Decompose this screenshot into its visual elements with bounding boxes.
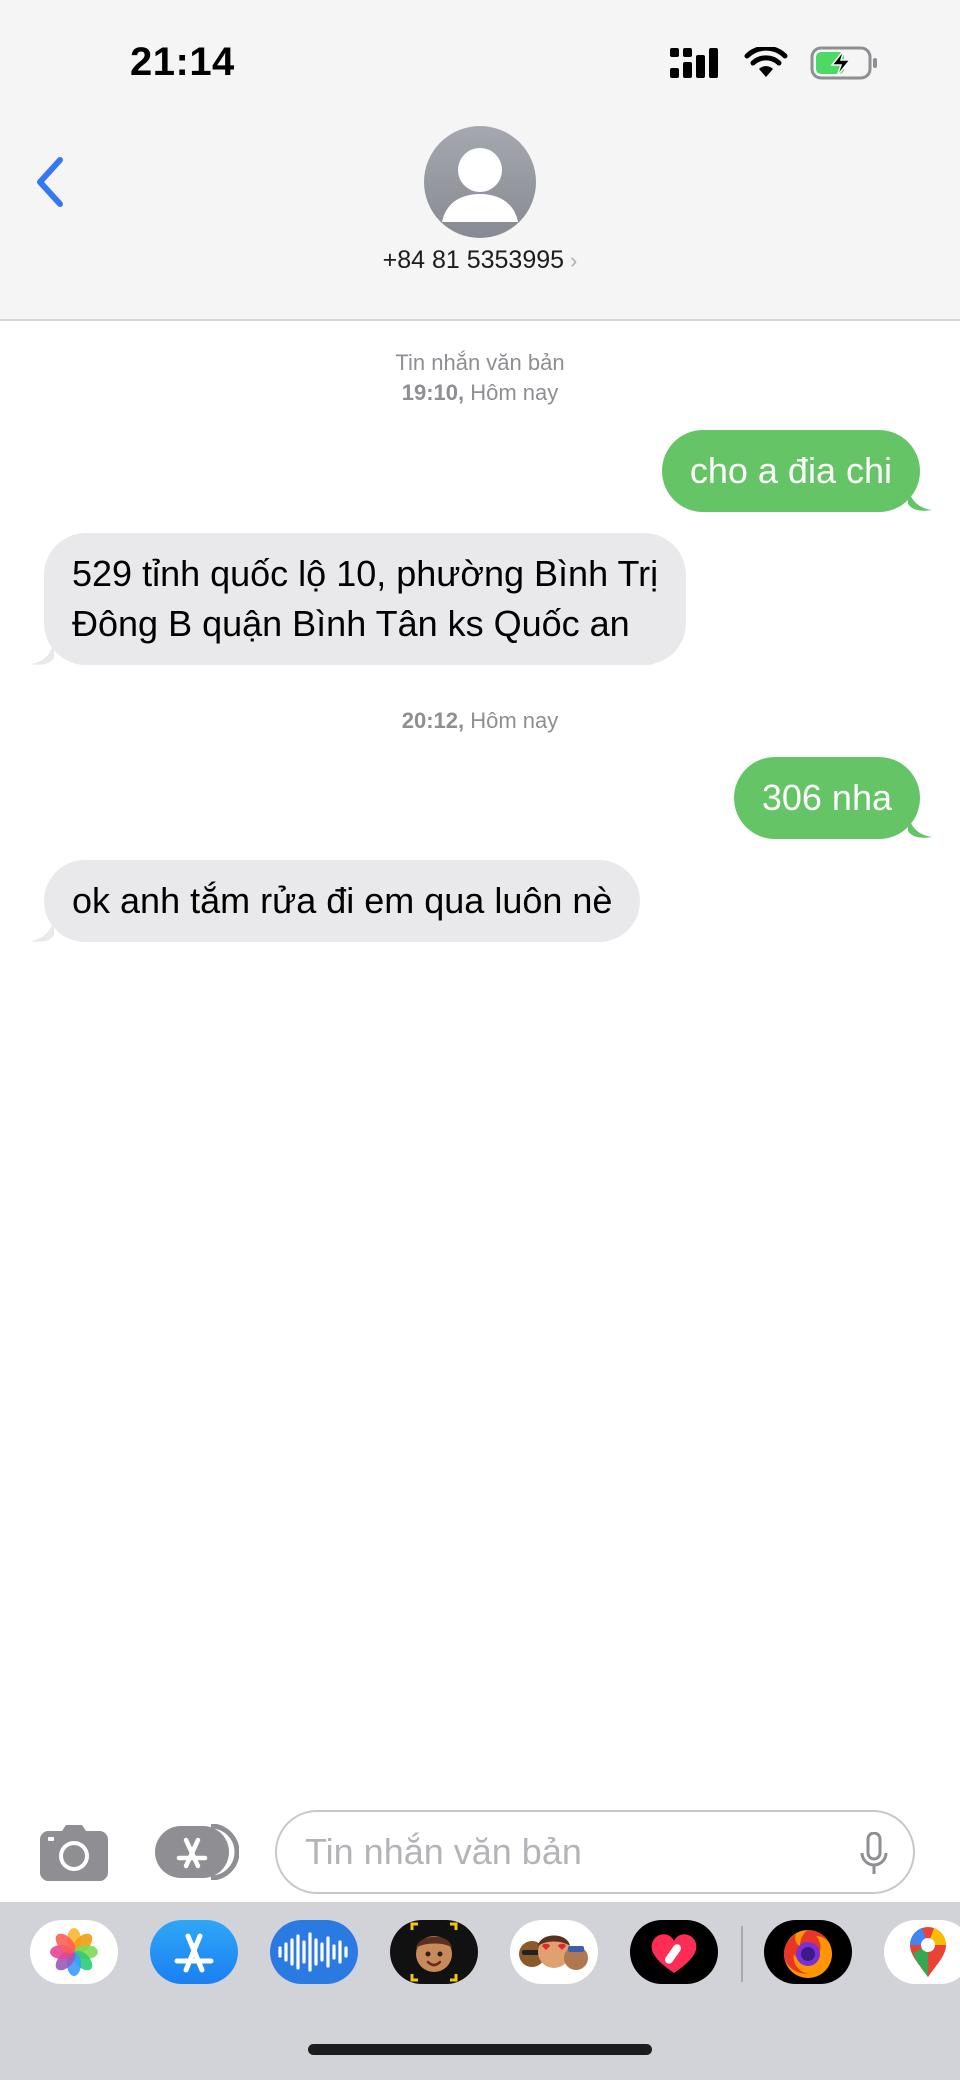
digital-touch-app[interactable] [630, 1920, 718, 1984]
app-store-icon [174, 1933, 214, 1973]
bubble-tail [908, 486, 932, 511]
message-text-field[interactable] [275, 1810, 915, 1894]
message-input[interactable] [305, 1812, 845, 1892]
animoji-stickers-icon [519, 1935, 588, 1970]
battery-charging-icon [810, 46, 877, 80]
status-icons [670, 46, 880, 80]
memoji-stickers-app[interactable] [510, 1920, 598, 1984]
google-maps-icon [910, 1927, 946, 1977]
app-store-icon [155, 1823, 240, 1881]
home-indicator[interactable] [308, 2044, 652, 2055]
contact-details-button[interactable]: +84 81 5353995 › [0, 246, 960, 275]
contact-number: +84 81 5353995 [382, 246, 565, 274]
drawer-divider [741, 1926, 743, 1982]
message-type-label: Tin nhắn văn bản [395, 350, 565, 375]
audio-message-app[interactable] [270, 1920, 358, 1984]
digital-touch-icon [651, 1934, 697, 1973]
bubble-tail [30, 640, 54, 665]
apps-button[interactable] [155, 1823, 240, 1881]
incoming-message[interactable]: 529 tỉnh quốc lộ 10, phường Bình Trị Đôn… [44, 533, 687, 665]
incoming-message[interactable]: ok anh tắm rửa đi em qua luôn nè [44, 860, 641, 942]
cellular-signal-icon [670, 48, 718, 78]
photos-icon [50, 1928, 98, 1976]
app-store-app[interactable] [150, 1920, 238, 1984]
camera-icon [40, 1825, 108, 1881]
outgoing-message[interactable]: cho a đia chi [661, 430, 920, 512]
bubble-tail [908, 813, 932, 838]
timestamp-line: 19:10, Hôm nay [401, 380, 559, 405]
outgoing-message[interactable]: 306 nha [733, 757, 920, 839]
bubble-tail [30, 917, 54, 942]
camera-button[interactable] [40, 1825, 108, 1881]
chevron-right-icon: › [570, 248, 578, 273]
microphone-icon [860, 1831, 888, 1874]
app-drawer [0, 1902, 960, 2080]
chevron-left-icon [37, 157, 63, 207]
contact-avatar[interactable] [424, 126, 536, 238]
message-timestamp: 20:12, Hôm nay [401, 708, 559, 733]
message-timestamp: Tin nhắn văn bản 19:10, Hôm nay [0, 348, 960, 408]
dictation-button[interactable] [859, 1831, 889, 1876]
memoji-app[interactable] [390, 1920, 478, 1984]
photos-app[interactable] [30, 1920, 118, 1984]
firefox-app[interactable] [764, 1920, 852, 1984]
message-input-bar [0, 1790, 960, 1900]
firefox-icon [784, 1930, 832, 1978]
conversation-header: 21:14 +84 81 5353995 › [0, 0, 960, 321]
person-silhouette-icon [442, 148, 518, 222]
memoji-icon [410, 1922, 458, 1982]
wifi-icon [744, 47, 788, 77]
audio-message-icon [278, 1932, 348, 1972]
back-button[interactable] [30, 152, 80, 212]
google-maps-app[interactable] [884, 1920, 960, 1984]
status-time: 21:14 [130, 40, 235, 84]
